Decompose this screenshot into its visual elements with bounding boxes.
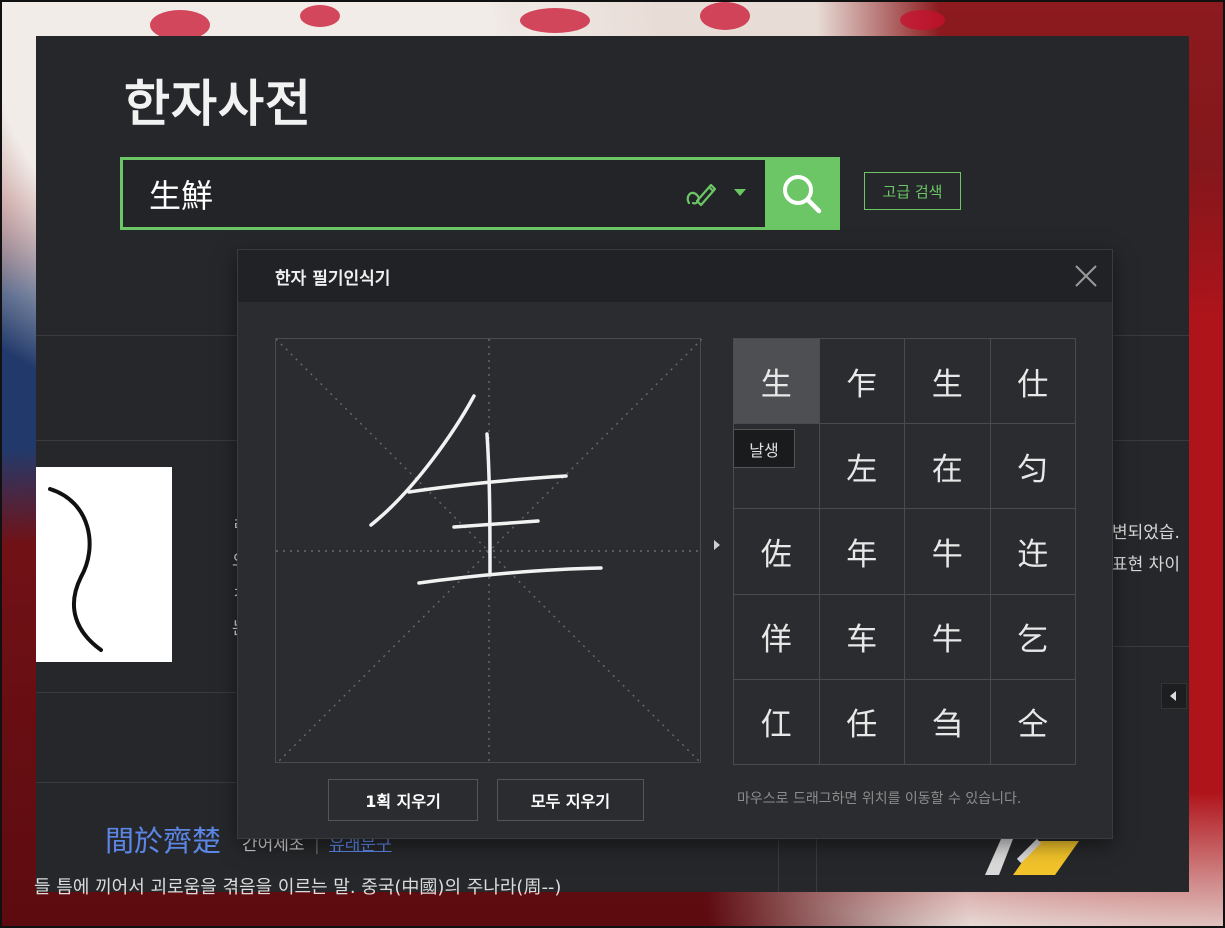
drag-hint: 마우스로 드래그하면 위치를 이동할 수 있습니다. <box>737 791 1022 807</box>
search-input[interactable] <box>147 169 671 219</box>
candidate-cell[interactable]: 左 <box>819 424 905 510</box>
candidate-cell[interactable]: 牛 <box>905 509 991 595</box>
candidate-cell[interactable]: 年 <box>819 509 905 595</box>
carousel-prev-button[interactable] <box>1161 683 1187 709</box>
stroke-order-image <box>36 467 172 662</box>
dialog-title: 한자 필기인식기 <box>275 269 391 289</box>
idiom-reading-text: 간어제초 <box>242 835 305 855</box>
partial-text: 표현 차이 <box>1112 555 1180 575</box>
hanja-logo-graphic <box>985 838 1079 875</box>
candidate-cell[interactable]: 佐 <box>734 509 820 595</box>
search-icon <box>783 175 822 214</box>
candidate-cell[interactable]: 牛 <box>905 594 991 680</box>
handwriting-recognizer-dialog[interactable]: 한자 필기인식기 生乍生仕左在匀佐年牛迕佯车牛乞仜任刍仝 날생 1획 지우기 모… <box>238 250 1112 838</box>
search-button[interactable] <box>765 157 840 230</box>
idiom-title-link[interactable]: 間於齊楚 <box>105 818 221 860</box>
dialog-header[interactable]: 한자 필기인식기 <box>238 250 1112 302</box>
candidate-cell[interactable]: 刍 <box>905 679 991 765</box>
candidate-cell[interactable]: 迕 <box>990 509 1076 595</box>
candidate-cell[interactable]: 仜 <box>734 679 820 765</box>
candidate-tooltip: 날생 <box>733 429 795 468</box>
candidate-cell[interactable]: 佯 <box>734 594 820 680</box>
candidate-cell[interactable]: 生 <box>734 339 820 425</box>
candidate-grid: 生乍生仕左在匀佐年牛迕佯车牛乞仜任刍仝 <box>733 338 1076 765</box>
candidate-cell[interactable]: 生 <box>905 339 991 425</box>
candidate-cell[interactable]: 仕 <box>990 339 1076 425</box>
erase-all-button[interactable]: 모두 지우기 <box>497 779 644 821</box>
idiom-description: 들 틈에 끼어서 괴로움을 겪음을 이르는 말. 중국(中國)의 주나라(周--… <box>34 877 562 898</box>
handwriting-canvas[interactable] <box>275 338 702 764</box>
erase-one-stroke-button[interactable]: 1획 지우기 <box>328 779 478 821</box>
separator: | <box>313 835 320 855</box>
expand-arrow-icon[interactable] <box>714 540 720 550</box>
chevron-down-icon[interactable] <box>734 189 746 196</box>
divider <box>36 692 238 693</box>
divider <box>1110 646 1189 647</box>
candidate-cell[interactable]: 车 <box>819 594 905 680</box>
partial-text: 변되었습. <box>1112 523 1180 543</box>
candidate-cell[interactable]: 仝 <box>990 679 1076 765</box>
advanced-search-button[interactable]: 고급 검색 <box>864 172 961 210</box>
idiom-origin-link[interactable]: 유래문구 <box>329 835 392 855</box>
search-box <box>120 157 768 230</box>
candidate-cell[interactable]: 乞 <box>990 594 1076 680</box>
handwritten-strokes <box>369 394 603 585</box>
close-icon[interactable] <box>1072 262 1100 290</box>
candidate-cell[interactable]: 匀 <box>990 424 1076 510</box>
candidate-cell[interactable]: 乍 <box>819 339 905 425</box>
candidate-cell[interactable]: 在 <box>905 424 991 510</box>
page-title: 한자사전 <box>124 75 312 133</box>
candidate-cell[interactable]: 任 <box>819 679 905 765</box>
pen-icon[interactable] <box>683 179 719 209</box>
